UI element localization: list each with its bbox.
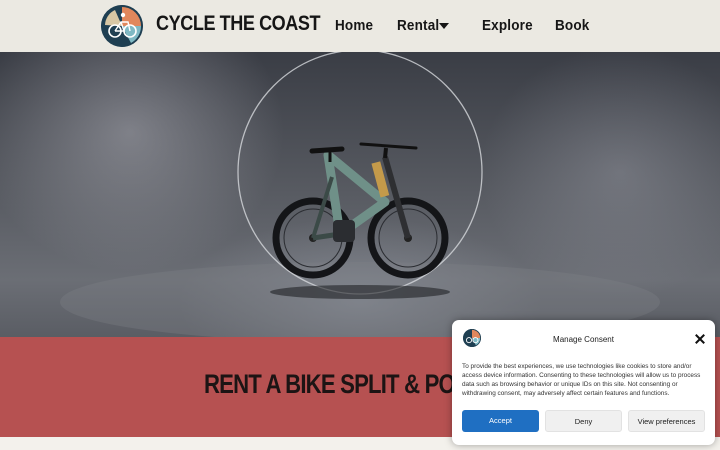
banner-heading: RENT A BIKE SPLIT & PODS	[204, 369, 485, 399]
bicycle-illustration	[60, 52, 660, 337]
brand-name[interactable]: CYCLE THE COAST	[156, 12, 321, 36]
close-icon[interactable]	[694, 333, 706, 345]
accept-button[interactable]: Accept	[462, 410, 539, 432]
nav-rental[interactable]: Rental	[397, 17, 439, 34]
view-preferences-button[interactable]: View preferences	[628, 410, 705, 432]
hero-image	[0, 52, 720, 337]
nav-book[interactable]: Book	[555, 17, 589, 34]
bicycle-logo-icon	[101, 5, 143, 47]
consent-title: Manage Consent	[553, 335, 614, 344]
nav-explore[interactable]: Explore	[482, 17, 533, 34]
nav-home[interactable]: Home	[335, 17, 373, 34]
deny-button[interactable]: Deny	[545, 410, 622, 432]
cookie-consent-dialog: Manage Consent To provide the best exper…	[452, 320, 715, 445]
consent-description: To provide the best experiences, we use …	[462, 363, 701, 398]
site-header: CYCLE THE COAST Home Rental Explore Book	[0, 0, 720, 52]
chevron-down-icon[interactable]	[439, 23, 449, 29]
site-logo[interactable]	[101, 5, 143, 47]
